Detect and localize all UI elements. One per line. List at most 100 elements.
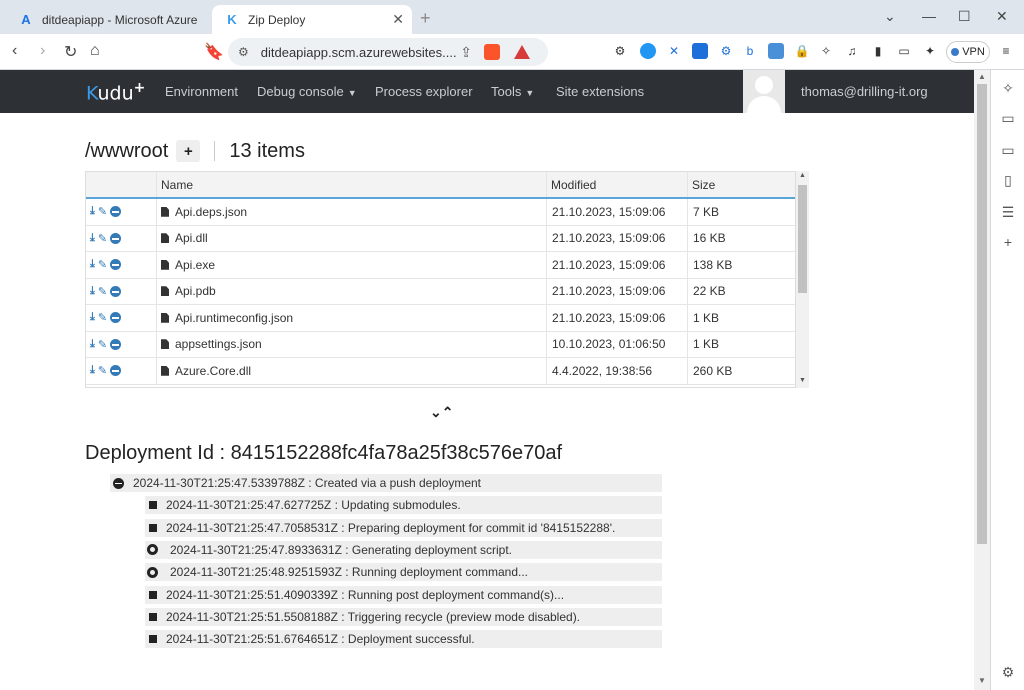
- download-icon[interactable]: ⤓: [90, 364, 95, 377]
- tab-azure[interactable]: A ditdeapiapp - Microsoft Azure: [8, 5, 208, 34]
- sidebar-toggle-icon[interactable]: ▮: [870, 43, 886, 59]
- nav-debug-console[interactable]: Debug console ▼: [257, 84, 357, 99]
- edit-icon[interactable]: ✎: [98, 258, 107, 271]
- download-icon[interactable]: ⤓: [90, 338, 95, 351]
- page-scroll-up-icon[interactable]: ▲: [978, 72, 986, 81]
- leo-ai-icon[interactable]: ✦: [922, 43, 938, 59]
- page-scrollbar[interactable]: ▲ ▼: [974, 70, 990, 690]
- file-name[interactable]: Api.runtimeconfig.json: [175, 311, 293, 325]
- sidebar-settings-icon[interactable]: ⚙: [1000, 664, 1016, 680]
- file-name[interactable]: Api.deps.json: [175, 205, 247, 219]
- log-entry[interactable]: 2024-11-30T21:25:48.9251593Z : Running d…: [145, 563, 662, 582]
- edit-icon[interactable]: ✎: [98, 285, 107, 298]
- reload-icon[interactable]: ↻: [64, 42, 77, 62]
- table-scroll-thumb[interactable]: [798, 185, 807, 293]
- nav-process-explorer[interactable]: Process explorer: [375, 84, 473, 99]
- page-scroll-thumb[interactable]: [977, 84, 987, 544]
- nav-site-extensions[interactable]: Site extensions: [556, 84, 644, 99]
- avatar[interactable]: [743, 70, 785, 113]
- log-root[interactable]: 2024-11-30T21:25:47.5339788Z : Created v…: [110, 474, 662, 492]
- delete-icon[interactable]: [110, 338, 122, 350]
- wallet-icon[interactable]: ▭: [896, 43, 912, 59]
- download-icon[interactable]: ⤓: [90, 258, 95, 271]
- table-row[interactable]: ⤓ ✎ Azure.Core.dll 4.4.2022, 19:38:56 260 KB: [86, 358, 795, 385]
- extension-x-icon[interactable]: ✕: [666, 43, 682, 59]
- extension-translate-icon[interactable]: [768, 43, 784, 59]
- file-name[interactable]: Azure.Core.dll: [175, 364, 251, 378]
- table-row[interactable]: ⤓ ✎ Api.exe 21.10.2023, 15:09:06 138 KB: [86, 252, 795, 279]
- add-button[interactable]: +: [176, 140, 201, 162]
- log-entry[interactable]: 2024-11-30T21:25:47.627725Z : Updating s…: [145, 496, 662, 515]
- tab-zip-deploy[interactable]: K Zip Deploy ✕: [212, 5, 412, 34]
- tab-search-chevron-icon[interactable]: ⌄: [884, 8, 896, 25]
- window-close-icon[interactable]: ✕: [996, 8, 1008, 25]
- edit-icon[interactable]: ✎: [98, 205, 107, 218]
- extensions-icon[interactable]: ✧: [818, 43, 834, 59]
- file-name[interactable]: Api.dll: [175, 231, 208, 245]
- nav-environment[interactable]: Environment: [165, 84, 238, 99]
- file-name-cell[interactable]: Api.dll: [157, 225, 547, 251]
- wallet-side-icon[interactable]: ▭: [1000, 142, 1016, 158]
- delete-icon[interactable]: [110, 259, 122, 271]
- log-entry[interactable]: 2024-11-30T21:25:51.4090339Z : Running p…: [145, 585, 662, 604]
- table-row[interactable]: ⤓ ✎ Api.deps.json 21.10.2023, 15:09:06 7 KB: [86, 199, 795, 226]
- table-row[interactable]: ⤓ ✎ Api.runtimeconfig.json 21.10.2023, 15:0…: [86, 305, 795, 332]
- resize-toggle[interactable]: ⌄⌃: [430, 404, 453, 421]
- delete-icon[interactable]: [110, 312, 122, 324]
- brave-shields-icon[interactable]: [484, 44, 500, 60]
- forward-icon[interactable]: ›: [40, 42, 45, 60]
- home-icon[interactable]: ⌂: [90, 42, 100, 60]
- download-icon[interactable]: ⤓: [90, 232, 95, 245]
- ai-sparkle-icon[interactable]: ✧: [1000, 80, 1016, 96]
- log-entry[interactable]: 2024-11-30T21:25:51.6764651Z : Deploymen…: [145, 630, 662, 649]
- file-name-cell[interactable]: Api.pdb: [157, 278, 547, 304]
- video-icon[interactable]: ▭: [1000, 110, 1016, 126]
- delete-icon[interactable]: [110, 232, 122, 244]
- current-path[interactable]: /wwwroot: [85, 140, 168, 163]
- bookmark-icon[interactable]: 🔖: [204, 42, 224, 62]
- brave-rewards-icon[interactable]: [514, 45, 530, 59]
- new-tab-icon[interactable]: +: [420, 8, 431, 29]
- download-icon[interactable]: ⤓: [90, 311, 95, 324]
- edit-icon[interactable]: ✎: [98, 232, 107, 245]
- file-name-cell[interactable]: Api.runtimeconfig.json: [157, 305, 547, 331]
- download-icon[interactable]: ⤓: [90, 205, 95, 218]
- header-size[interactable]: Size: [688, 172, 795, 197]
- expand-ring-icon[interactable]: [147, 544, 158, 556]
- extension-gear-icon[interactable]: ⚙: [718, 43, 734, 59]
- chevron-up-icon[interactable]: ⌃: [442, 404, 454, 420]
- site-settings-icon[interactable]: ⚙: [238, 45, 249, 59]
- table-row[interactable]: ⤓ ✎ Api.dll 21.10.2023, 15:09:06 16 KB: [86, 225, 795, 252]
- file-name[interactable]: Api.pdb: [175, 284, 216, 298]
- table-row[interactable]: ⤓ ✎ appsettings.json 10.10.2023, 01:06:50 1 …: [86, 331, 795, 358]
- back-icon[interactable]: ‹: [12, 42, 17, 60]
- file-name-cell[interactable]: Azure.Core.dll: [157, 358, 547, 384]
- minimize-icon[interactable]: —: [922, 8, 936, 24]
- log-entry[interactable]: 2024-11-30T21:25:51.5508188Z : Triggerin…: [145, 607, 662, 626]
- edit-icon[interactable]: ✎: [98, 364, 107, 377]
- media-icon[interactable]: ♫: [844, 43, 860, 59]
- delete-icon[interactable]: [110, 365, 122, 377]
- scroll-up-icon[interactable]: ▲: [799, 172, 806, 179]
- file-name[interactable]: Api.exe: [175, 258, 215, 272]
- table-scrollbar[interactable]: ▲ ▼: [796, 171, 809, 388]
- file-name-cell[interactable]: appsettings.json: [157, 331, 547, 357]
- log-entry[interactable]: 2024-11-30T21:25:47.8933631Z : Generatin…: [145, 540, 662, 559]
- file-name[interactable]: appsettings.json: [175, 337, 262, 351]
- close-tab-icon[interactable]: ✕: [392, 11, 404, 28]
- extension-puzzle-icon[interactable]: ⚙: [612, 43, 628, 59]
- extension-grid-icon[interactable]: [692, 43, 708, 59]
- extension-sync-icon[interactable]: [640, 43, 656, 59]
- table-row[interactable]: ⤓ ✎ Api.pdb 21.10.2023, 15:09:06 22 KB: [86, 278, 795, 305]
- address-bar[interactable]: ⚙ ditdeapiapp.scm.azurewebsites.... ⇪: [228, 38, 548, 66]
- delete-icon[interactable]: [110, 206, 122, 218]
- header-modified[interactable]: Modified: [547, 172, 688, 197]
- add-panel-icon[interactable]: +: [1000, 234, 1016, 250]
- chevron-down-icon[interactable]: ⌄: [430, 404, 442, 420]
- kudu-logo[interactable]: Kkuduudu+: [86, 80, 145, 104]
- edit-icon[interactable]: ✎: [98, 311, 107, 324]
- delete-icon[interactable]: [110, 285, 122, 297]
- edit-icon[interactable]: ✎: [98, 338, 107, 351]
- lock-icon[interactable]: 🔒: [794, 43, 810, 59]
- maximize-icon[interactable]: ☐: [958, 8, 971, 25]
